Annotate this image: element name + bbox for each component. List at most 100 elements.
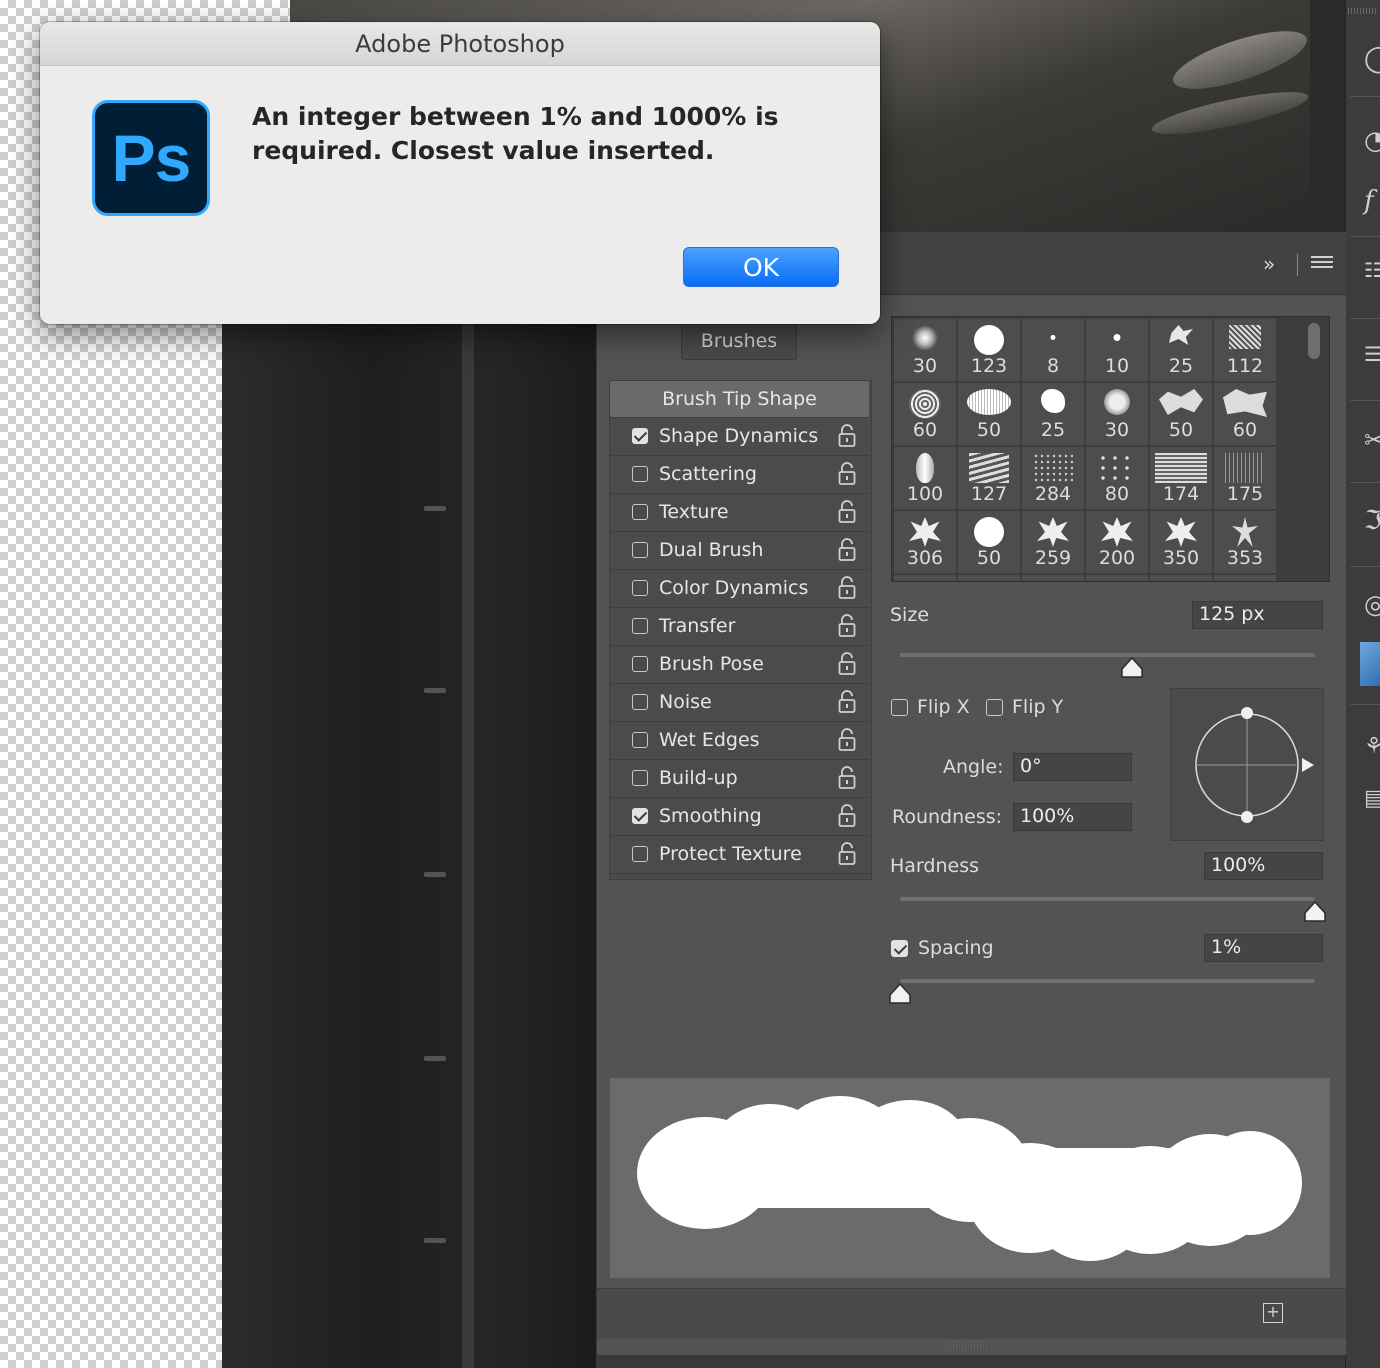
dock-grip[interactable]: [1348, 8, 1378, 14]
setting-protect-texture[interactable]: Protect Texture: [610, 837, 869, 874]
lock-icon[interactable]: [838, 690, 856, 714]
hardness-slider-track[interactable]: [900, 897, 1315, 901]
setting-brush-pose[interactable]: Brush Pose: [610, 647, 869, 684]
brush-tip-swatch[interactable]: 50: [1150, 383, 1212, 445]
dual-brush-checkbox[interactable]: [632, 542, 648, 558]
brush-tip-swatch[interactable]: [958, 575, 1020, 581]
lock-icon[interactable]: [838, 842, 856, 866]
noise-checkbox[interactable]: [632, 694, 648, 710]
layers-icon[interactable]: ▤: [1364, 788, 1380, 810]
setting-shape-dynamics[interactable]: Shape Dynamics: [610, 419, 869, 456]
circle-tool-icon[interactable]: ◯: [1364, 46, 1380, 72]
new-brush-preset-icon[interactable]: +: [1263, 1303, 1283, 1323]
lock-icon[interactable]: [838, 424, 856, 448]
brush-tip-swatch[interactable]: 200: [1086, 511, 1148, 573]
angle-field[interactable]: 0°: [1013, 753, 1132, 781]
thumbnail-icon[interactable]: [1360, 642, 1380, 686]
brush-tip-swatch[interactable]: 60: [1214, 383, 1276, 445]
fx-icon[interactable]: f: [1364, 188, 1374, 214]
flip-y-checkbox[interactable]: [986, 699, 1003, 716]
brush-tip-swatch[interactable]: 353: [1214, 511, 1276, 573]
brush-tip-swatch[interactable]: 112: [1214, 319, 1276, 381]
wet-edges-checkbox[interactable]: [632, 732, 648, 748]
lock-icon[interactable]: [838, 728, 856, 752]
spacing-slider-thumb[interactable]: [888, 983, 912, 1005]
roundness-field[interactable]: 100%: [1013, 803, 1132, 831]
brush-tip-swatch[interactable]: 25: [1022, 383, 1084, 445]
paragraph-icon[interactable]: ☰: [1364, 344, 1380, 364]
hardness-slider-thumb[interactable]: [1303, 901, 1327, 923]
hamburger-menu-icon[interactable]: [1311, 256, 1333, 272]
build-up-checkbox[interactable]: [632, 770, 648, 786]
panel-resize-grip[interactable]: [947, 1340, 987, 1350]
color-dynamics-checkbox[interactable]: [632, 580, 648, 596]
scattering-checkbox[interactable]: [632, 466, 648, 482]
brush-tip-swatch[interactable]: 50: [958, 383, 1020, 445]
setting-noise[interactable]: Noise: [610, 685, 869, 722]
brush-tip-swatch[interactable]: 80: [1086, 447, 1148, 509]
brush-tip-swatch[interactable]: 100: [894, 447, 956, 509]
spacing-field[interactable]: 1%: [1204, 934, 1323, 962]
size-field[interactable]: 125 px: [1192, 601, 1323, 629]
texture-checkbox[interactable]: [632, 504, 648, 520]
setting-dual-brush[interactable]: Dual Brush: [610, 533, 869, 570]
spacing-checkbox[interactable]: [891, 940, 908, 957]
brush-tip-swatch[interactable]: 259: [1022, 511, 1084, 573]
clone-source-icon[interactable]: ⚘: [1364, 736, 1380, 758]
lock-icon[interactable]: [838, 652, 856, 676]
shape-dynamics-checkbox[interactable]: [632, 428, 648, 444]
brush-tip-swatch[interactable]: 175: [1214, 447, 1276, 509]
ok-button[interactable]: OK: [683, 247, 839, 287]
brush-tip-swatch[interactable]: [1214, 575, 1276, 581]
search-icon[interactable]: ◔: [1364, 128, 1380, 154]
brush-tip-swatch[interactable]: 284: [1022, 447, 1084, 509]
brush-tip-swatch[interactable]: [894, 575, 956, 581]
brush-tip-swatch[interactable]: 25: [1150, 319, 1212, 381]
tip-grid-scrollbar[interactable]: [1302, 317, 1328, 581]
double-chevron-right-icon[interactable]: »: [1263, 252, 1275, 276]
brush-tip-swatch[interactable]: 10: [1086, 319, 1148, 381]
hardness-field[interactable]: 100%: [1204, 852, 1323, 880]
brush-tip-swatch[interactable]: [1022, 575, 1084, 581]
transfer-checkbox[interactable]: [632, 618, 648, 634]
size-slider-track[interactable]: [900, 653, 1315, 657]
flip-x-checkbox[interactable]: [891, 699, 908, 716]
smoothing-checkbox[interactable]: [632, 808, 648, 824]
brush-tip-swatch[interactable]: 174: [1150, 447, 1212, 509]
setting-brush-tip-shape[interactable]: Brush Tip Shape: [610, 381, 869, 418]
setting-scattering[interactable]: Scattering: [610, 457, 869, 494]
protect-texture-checkbox[interactable]: [632, 846, 648, 862]
brush-tip-swatch[interactable]: 306: [894, 511, 956, 573]
lock-icon[interactable]: [838, 576, 856, 600]
brushes-button[interactable]: Brushes: [681, 322, 797, 360]
setting-wet-edges[interactable]: Wet Edges: [610, 723, 869, 760]
brush-tip-swatch[interactable]: 123: [958, 319, 1020, 381]
brush-preset-icon[interactable]: ◎: [1364, 592, 1380, 618]
brush-tip-swatch[interactable]: 30: [1086, 383, 1148, 445]
size-slider-thumb[interactable]: [1120, 657, 1144, 679]
setting-transfer[interactable]: Transfer: [610, 609, 869, 646]
list-icon[interactable]: ☷: [1364, 260, 1380, 280]
setting-smoothing[interactable]: Smoothing: [610, 799, 869, 836]
brush-tip-swatch[interactable]: 127: [958, 447, 1020, 509]
brush-tip-swatch[interactable]: 350: [1150, 511, 1212, 573]
tools-icon[interactable]: ✂: [1364, 428, 1380, 452]
brush-tip-swatch[interactable]: 30: [894, 319, 956, 381]
brush-pose-checkbox[interactable]: [632, 656, 648, 672]
brush-tip-swatch[interactable]: [1150, 575, 1212, 581]
angle-roundness-widget[interactable]: [1170, 688, 1324, 841]
setting-texture[interactable]: Texture: [610, 495, 869, 532]
lock-icon[interactable]: [838, 614, 856, 638]
lock-icon[interactable]: [838, 538, 856, 562]
setting-color-dynamics[interactable]: Color Dynamics: [610, 571, 869, 608]
brush-tip-swatch[interactable]: 60: [894, 383, 956, 445]
lock-icon[interactable]: [838, 766, 856, 790]
spacing-slider-track[interactable]: [900, 979, 1315, 983]
brush-tip-swatch[interactable]: [1086, 575, 1148, 581]
scrollbar-thumb[interactable]: [1308, 323, 1320, 359]
lock-icon[interactable]: [838, 500, 856, 524]
glyph-icon[interactable]: ℑ: [1364, 508, 1380, 534]
setting-build-up[interactable]: Build-up: [610, 761, 869, 798]
brush-tip-swatch[interactable]: 8: [1022, 319, 1084, 381]
lock-icon[interactable]: [838, 804, 856, 828]
